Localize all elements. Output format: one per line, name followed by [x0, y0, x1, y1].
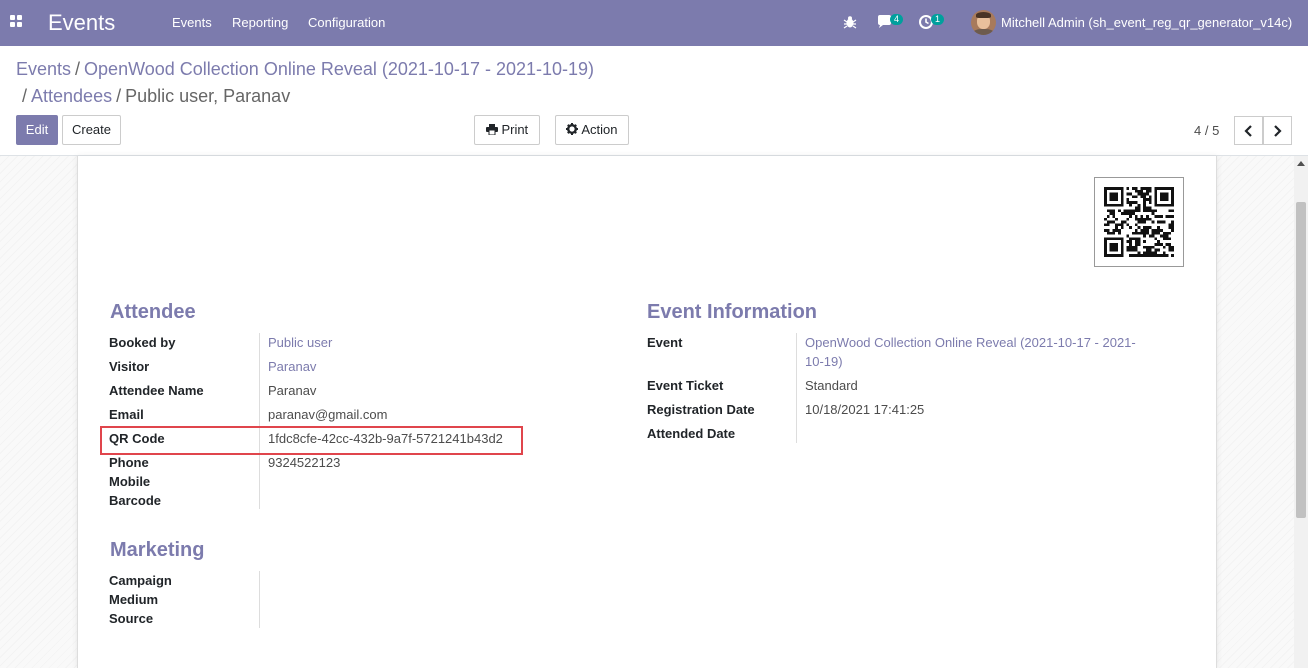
mobile-label: Mobile — [109, 474, 151, 489]
booked-by-label: Booked by — [109, 335, 176, 350]
medium-label: Medium — [109, 592, 159, 607]
menu-reporting[interactable]: Reporting — [232, 15, 288, 30]
attended-date-label: Attended Date — [647, 426, 736, 441]
visitor-value[interactable]: Paranav — [268, 359, 316, 374]
gear-icon — [566, 123, 579, 135]
event-info-divider — [796, 333, 797, 443]
scroll-thumb[interactable] — [1296, 202, 1306, 518]
marketing-divider — [259, 571, 260, 628]
event-information-group-title: Event Information — [647, 301, 818, 323]
print-button[interactable]: Print — [474, 115, 540, 145]
email-label: Email — [109, 407, 144, 422]
qr-code-image — [1094, 177, 1184, 267]
visitor-label: Visitor — [109, 359, 150, 374]
source-label: Source — [109, 611, 154, 626]
menu-configuration[interactable]: Configuration — [308, 15, 385, 30]
action-label: Action — [581, 122, 618, 137]
print-label: Print — [501, 122, 529, 137]
breadcrumb-attendees[interactable]: Attendees — [31, 86, 112, 106]
user-menu[interactable]: Mitchell Admin (sh_event_reg_qr_generato… — [1001, 15, 1292, 30]
debug-bug-icon[interactable] — [843, 15, 857, 29]
barcode-label: Barcode — [109, 493, 162, 508]
action-button[interactable]: Action — [555, 115, 629, 145]
marketing-group-title: Marketing — [110, 539, 205, 561]
campaign-label: Campaign — [109, 573, 172, 588]
chevron-left-icon — [1244, 125, 1252, 137]
apps-menu-icon[interactable] — [10, 15, 24, 29]
event-ticket-label: Event Ticket — [647, 378, 724, 393]
attendee-name-value: Paranav — [268, 383, 317, 398]
attendee-divider — [259, 333, 260, 509]
attendee-group-title: Attendee — [110, 301, 196, 323]
edit-button[interactable]: Edit — [16, 115, 58, 145]
event-ticket-value: Standard — [805, 378, 858, 393]
breadcrumb-current: Public user, Paranav — [125, 86, 291, 106]
print-icon — [485, 124, 498, 136]
activities-badge: 1 — [931, 14, 945, 25]
registration-date-value: 10/18/2021 17:41:25 — [805, 402, 925, 417]
event-value[interactable]: OpenWood Collection Online Reveal (2021-… — [805, 333, 1150, 371]
breadcrumb-events[interactable]: Events — [16, 59, 71, 79]
create-button[interactable]: Create — [62, 115, 121, 145]
qr-code-highlight-box — [100, 426, 523, 455]
email-value: paranav@gmail.com — [268, 407, 388, 422]
attendee-name-label: Attendee Name — [109, 383, 204, 398]
scroll-up-arrow[interactable] — [1297, 161, 1305, 166]
pager-previous-button[interactable] — [1234, 116, 1263, 145]
breadcrumb: Events / OpenWood Collection Online Reveal… — [16, 59, 595, 79]
messages-badge: 4 — [890, 14, 904, 25]
user-avatar[interactable] — [971, 10, 996, 35]
menu-events[interactable]: Events — [172, 15, 212, 30]
phone-label: Phone — [109, 455, 149, 470]
breadcrumb-line-2: / Attendees / Public user, Paranav — [22, 86, 291, 106]
phone-value: 9324522123 — [268, 455, 341, 470]
event-label: Event — [647, 335, 683, 350]
chevron-right-icon — [1274, 125, 1282, 137]
top-navbar: Events Events Reporting Configuration 4 … — [0, 0, 1308, 46]
booked-by-value[interactable]: Public user — [268, 335, 332, 350]
pager-value[interactable]: 4 / 5 — [1194, 123, 1219, 138]
pager-next-button[interactable] — [1263, 116, 1292, 145]
vertical-scrollbar[interactable] — [1294, 156, 1308, 668]
breadcrumb-event[interactable]: OpenWood Collection Online Reveal (2021-… — [84, 59, 594, 79]
app-brand[interactable]: Events — [48, 10, 115, 36]
registration-date-label: Registration Date — [647, 402, 755, 417]
